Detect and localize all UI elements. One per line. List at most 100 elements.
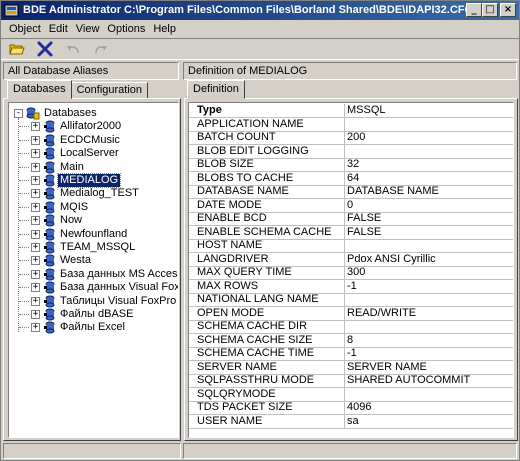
expand-icon[interactable]: + <box>31 283 40 293</box>
menu-options[interactable]: Options <box>103 21 149 37</box>
property-value[interactable]: 32 <box>344 158 512 171</box>
property-value[interactable]: 8 <box>344 333 512 347</box>
property-value[interactable] <box>344 239 512 252</box>
tree-item[interactable]: + MEDIALOG <box>9 173 178 188</box>
collapse-icon[interactable]: - <box>14 109 23 118</box>
property-row[interactable]: USER NAME sa <box>189 414 513 429</box>
close-button[interactable]: × <box>500 3 516 17</box>
property-row[interactable]: HOST NAME <box>189 239 513 253</box>
property-value[interactable]: 0 <box>344 198 512 212</box>
property-row[interactable]: SCHEMA CACHE DIR <box>189 320 513 334</box>
property-value[interactable] <box>344 387 512 401</box>
property-value[interactable]: DATABASE NAME <box>344 185 512 198</box>
tree-item[interactable]: + TEAM_MSSQL <box>9 241 178 254</box>
redo-button[interactable] <box>91 40 111 58</box>
tree-item[interactable]: + Файлы dBASE <box>9 308 178 321</box>
expand-icon[interactable]: + <box>31 296 40 306</box>
tab-databases[interactable]: Databases <box>7 80 72 99</box>
property-row[interactable]: SERVER NAME SERVER NAME <box>189 360 513 375</box>
property-value[interactable]: sa <box>344 414 512 428</box>
property-row[interactable]: LANGDRIVER Pdox ANSI Cyrillic <box>189 252 513 267</box>
property-value[interactable]: Pdox ANSI Cyrillic <box>344 252 512 266</box>
tree-item[interactable]: + Файлы Excel <box>9 321 178 334</box>
expand-icon[interactable]: + <box>31 310 40 319</box>
tree-item[interactable]: + База данных MS Access <box>9 268 178 281</box>
expand-icon[interactable]: + <box>31 323 40 333</box>
expand-icon[interactable]: + <box>31 176 40 185</box>
tree-item[interactable]: + Allifator2000 <box>9 120 178 133</box>
tab-definition[interactable]: Definition <box>187 80 245 99</box>
property-value[interactable]: -1 <box>344 279 512 293</box>
property-row[interactable]: MAX ROWS -1 <box>189 279 513 294</box>
expand-icon[interactable]: + <box>31 162 40 172</box>
tree-item[interactable]: + База данных Visual FoxPro <box>9 281 178 294</box>
property-row[interactable]: SCHEMA CACHE TIME -1 <box>189 347 513 361</box>
maximize-button[interactable]: □ <box>482 3 498 17</box>
property-row[interactable]: SCHEMA CACHE SIZE 8 <box>189 333 513 348</box>
property-value[interactable] <box>344 293 512 306</box>
tree-item[interactable]: + ECDCMusic <box>9 134 178 147</box>
tree-item[interactable]: + LocalServer <box>9 147 178 160</box>
expand-icon[interactable]: + <box>31 256 40 266</box>
property-value[interactable]: READ/WRITE <box>344 306 512 320</box>
expand-icon[interactable]: + <box>31 202 40 212</box>
definition-grid[interactable]: Type MSSQL APPLICATION NAME BATCH COUNT 200 B… <box>188 102 514 438</box>
menu-help[interactable]: Help <box>149 21 180 37</box>
tree-item[interactable]: + Now <box>9 214 178 227</box>
menu-object[interactable]: Object <box>5 21 45 37</box>
property-row[interactable]: BLOB SIZE 32 <box>189 158 513 172</box>
property-row[interactable]: SQLQRYMODE <box>189 387 513 402</box>
property-value[interactable] <box>344 117 512 131</box>
open-button[interactable] <box>7 40 27 58</box>
property-row[interactable]: DATABASE NAME DATABASE NAME <box>189 185 513 199</box>
minimize-button[interactable]: _ <box>466 3 482 17</box>
tree-item[interactable]: + Newfounfland <box>9 228 178 241</box>
tree-item[interactable]: + MQIS <box>9 201 178 214</box>
property-row[interactable]: DATE MODE 0 <box>189 198 513 213</box>
expand-icon[interactable]: + <box>31 269 40 279</box>
database-tree[interactable]: - Databases + Allifator2000 + ECDCMusic + Local… <box>8 102 179 438</box>
tree-item[interactable]: + Таблицы Visual FoxPro <box>9 295 178 308</box>
expand-icon[interactable]: + <box>31 216 40 226</box>
property-value[interactable]: MSSQL <box>344 104 512 117</box>
property-value[interactable]: FALSE <box>344 225 512 239</box>
property-row[interactable]: TDS PACKET SIZE 4096 <box>189 401 513 415</box>
expand-icon[interactable]: + <box>31 229 40 239</box>
tree-item[interactable]: + Westa <box>9 254 178 267</box>
property-value[interactable]: -1 <box>344 347 512 360</box>
property-row[interactable]: SQLPASSTHRU MODE SHARED AUTOCOMMIT <box>189 374 513 388</box>
property-row[interactable]: ENABLE SCHEMA CACHE FALSE <box>189 225 513 240</box>
property-row[interactable]: BLOB EDIT LOGGING <box>189 144 513 159</box>
expand-icon[interactable]: + <box>31 135 40 145</box>
property-value[interactable]: 300 <box>344 266 512 279</box>
tab-configuration[interactable]: Configuration <box>70 82 149 99</box>
tree-root[interactable]: - Databases <box>9 107 178 120</box>
title-bar[interactable]: BDE Administrator C:\Program Files\Commo… <box>1 1 519 20</box>
expand-icon[interactable]: + <box>31 122 40 132</box>
property-row[interactable]: Type MSSQL <box>189 104 513 118</box>
property-value[interactable] <box>344 320 512 333</box>
expand-icon[interactable]: + <box>31 243 40 252</box>
property-row[interactable]: MAX QUERY TIME 300 <box>189 266 513 280</box>
property-value[interactable]: SHARED AUTOCOMMIT <box>344 374 512 387</box>
property-row[interactable]: NATIONAL LANG NAME <box>189 293 513 307</box>
undo-button[interactable] <box>63 40 83 58</box>
property-value[interactable]: 200 <box>344 131 512 144</box>
property-row[interactable]: BATCH COUNT 200 <box>189 131 513 145</box>
expand-icon[interactable]: + <box>31 189 40 199</box>
property-value[interactable] <box>344 144 512 158</box>
menu-edit[interactable]: Edit <box>45 21 72 37</box>
expand-icon[interactable]: + <box>31 149 40 159</box>
property-value[interactable]: 64 <box>344 171 512 185</box>
property-value[interactable]: 4096 <box>344 401 512 414</box>
property-row[interactable]: APPLICATION NAME <box>189 117 513 132</box>
tree-item[interactable]: + Main <box>9 161 178 174</box>
menu-view[interactable]: View <box>72 21 104 37</box>
delete-button[interactable] <box>35 40 55 58</box>
tree-item[interactable]: + Medialog_TEST <box>9 187 178 200</box>
property-row[interactable]: BLOBS TO CACHE 64 <box>189 171 513 186</box>
property-value[interactable]: SERVER NAME <box>344 360 512 374</box>
property-row[interactable]: OPEN MODE READ/WRITE <box>189 306 513 321</box>
property-row[interactable]: ENABLE BCD FALSE <box>189 212 513 226</box>
property-value[interactable]: FALSE <box>344 212 512 225</box>
